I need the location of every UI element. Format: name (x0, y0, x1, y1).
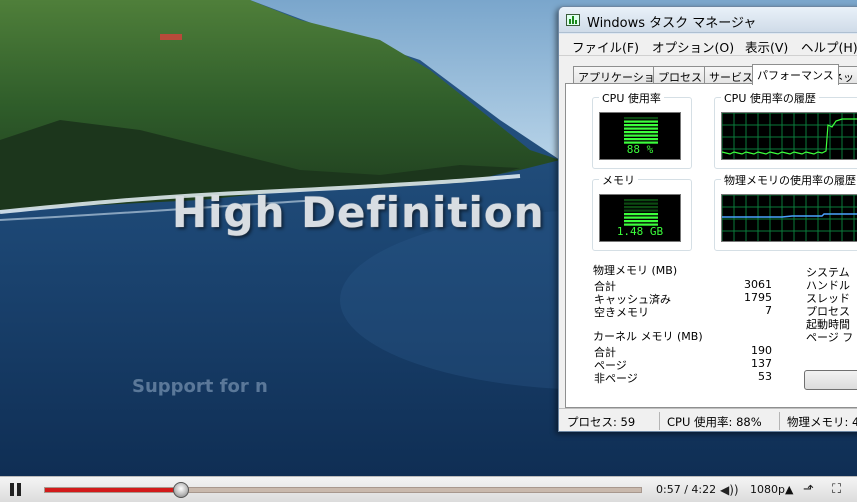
memory-meter-segment (624, 216, 658, 219)
system-label: システム (806, 266, 850, 279)
video-overlay-subtitle: Support for n (132, 376, 268, 397)
stat-row: 非ページ 53 (594, 370, 772, 385)
pause-icon (10, 483, 14, 496)
system-row: ハンドル (806, 279, 850, 292)
speaker-icon: ◀)) (720, 483, 739, 497)
stat-key: 非ページ (594, 372, 638, 385)
status-memory: 物理メモリ: 4 (787, 415, 857, 429)
kernel-memory-stats: 合計 190 ページ 137 非ページ 53 (594, 344, 772, 385)
kernel-memory-group: カーネル メモリ (MB) 合計 190 ページ 137 非ページ 53 (588, 328, 784, 387)
cpu-meter-segment (624, 124, 658, 127)
tab-processes[interactable]: プロセス (653, 66, 707, 84)
cpu-usage-label: CPU 使用率 (599, 90, 664, 106)
stat-value: 137 (751, 357, 772, 370)
stat-value: 190 (751, 344, 772, 357)
tab-strip: アプリケーション プロセス サービス パフォーマンス ネット (559, 64, 857, 85)
memory-meter-segment (624, 209, 658, 212)
stat-key: 空きメモリ (594, 306, 649, 319)
player-control-bar: 0:57 / 4:22 ◀)) 1080p▲ ⬏ ⛶ (0, 476, 857, 502)
memory-history-plot (722, 195, 857, 241)
scrubber-handle[interactable] (173, 482, 190, 498)
cpu-meter-segment (624, 138, 658, 141)
kernel-memory-label: カーネル メモリ (MB) (590, 328, 706, 344)
stat-value: 3061 (744, 278, 772, 291)
menu-help[interactable]: ヘルプ(H) (801, 37, 857, 56)
memory-history-group: 物理メモリの使用率の履歴 (714, 172, 857, 251)
cpu-meter-segment (624, 120, 658, 123)
video-overlay-title: High Definition V (172, 188, 594, 237)
memory-meter-segment (624, 199, 658, 202)
memory-meter: 1.48 GB (599, 194, 681, 242)
time-display: 0:57 / 4:22 (656, 483, 717, 496)
pause-button[interactable] (6, 482, 24, 498)
stat-value: 7 (765, 304, 772, 317)
status-bar: プロセス: 59 CPU 使用率: 88% 物理メモリ: 4 (559, 408, 857, 431)
status-cpu: CPU 使用率: 88% (667, 415, 762, 429)
popout-icon: ⬏ (803, 482, 814, 497)
cpu-usage-meter: 88 % (599, 112, 681, 160)
tab-services[interactable]: サービス (704, 66, 758, 84)
cpu-meter-segment (624, 134, 658, 137)
window-titlebar[interactable]: Windows タスク マネージャ (559, 7, 857, 33)
stat-row: キャッシュ済み 1795 (594, 291, 772, 306)
menu-view[interactable]: 表示(V) (745, 37, 788, 56)
system-row: 起動時間 (806, 318, 850, 331)
system-stats: システム ハンドル スレッド プロセス 起動時間 ページ フ (806, 264, 854, 344)
system-row: スレッド (806, 292, 850, 305)
stat-value: 1795 (744, 291, 772, 304)
physical-memory-label: 物理メモリ (MB) (590, 262, 681, 278)
memory-meter-segment (624, 220, 658, 223)
screen: High Definition V Support for n 0:57 / 4… (0, 0, 857, 502)
memory-meter-segment (624, 213, 658, 216)
memory-value: 1.48 GB (616, 225, 664, 238)
caret-up-icon: ▲ (784, 483, 794, 496)
status-processes: プロセス: 59 (567, 415, 636, 429)
stat-row: 合計 190 (594, 344, 772, 359)
progress-played (45, 488, 182, 492)
resource-monitor-button[interactable] (804, 370, 857, 390)
physical-memory-group: 物理メモリ (MB) 合計 3061 キャッシュ済み 1795 空きメモリ 7 (588, 262, 784, 319)
cpu-usage-value: 88 % (626, 143, 654, 156)
quality-label: 1080p (750, 483, 785, 496)
cpu-usage-group: CPU 使用率 88 % (592, 90, 692, 169)
popout-button[interactable]: ⬏ (803, 482, 814, 497)
quality-selector[interactable]: 1080p▲ (750, 483, 793, 496)
cpu-history-plot (722, 113, 857, 159)
cpu-history-graph (721, 112, 857, 160)
fullscreen-icon: ⛶ (832, 482, 842, 497)
menu-file[interactable]: ファイル(F) (572, 37, 639, 56)
physical-memory-stats: 合計 3061 キャッシュ済み 1795 空きメモリ 7 (594, 278, 772, 319)
stat-row: ページ 137 (594, 357, 772, 372)
tab-performance[interactable]: パフォーマンス (752, 64, 839, 85)
memory-meter-segment (624, 202, 658, 205)
stat-value: 53 (758, 370, 772, 383)
stat-row: 合計 3061 (594, 278, 772, 293)
performance-panel: CPU 使用率 88 % CPU 使用率の履歴 メモリ 1.48 GB 物理メモ… (565, 83, 857, 408)
cpu-meter-segment (624, 117, 658, 120)
fullscreen-button[interactable]: ⛶ (832, 482, 841, 497)
window-title: Windows タスク マネージャ (587, 16, 757, 31)
system-row: プロセス (806, 305, 850, 318)
menu-options[interactable]: オプション(O) (652, 37, 734, 56)
memory-meter-segment (624, 206, 658, 209)
volume-button[interactable]: ◀)) (720, 483, 739, 497)
cpu-history-label: CPU 使用率の履歴 (721, 90, 819, 106)
window-body: アプリケーション プロセス サービス パフォーマンス ネット CPU 使用率 8… (559, 56, 857, 408)
memory-label: メモリ (599, 172, 638, 188)
memory-group: メモリ 1.48 GB (592, 172, 692, 251)
cpu-meter-segment (624, 131, 658, 134)
task-manager-window[interactable]: Windows タスク マネージャ ファイル(F) オプション(O) 表示(V)… (558, 6, 857, 432)
progress-bar[interactable] (44, 482, 642, 498)
cpu-meter-segment (624, 127, 658, 130)
menu-bar: ファイル(F) オプション(O) 表示(V) ヘルプ(H) (559, 34, 857, 56)
system-row: ページ フ (806, 331, 854, 344)
task-manager-icon (566, 14, 580, 26)
memory-history-label: 物理メモリの使用率の履歴 (721, 172, 857, 188)
cpu-history-group: CPU 使用率の履歴 (714, 90, 857, 169)
stat-row: 空きメモリ 7 (594, 304, 772, 319)
memory-history-line (722, 213, 857, 218)
memory-history-graph (721, 194, 857, 242)
